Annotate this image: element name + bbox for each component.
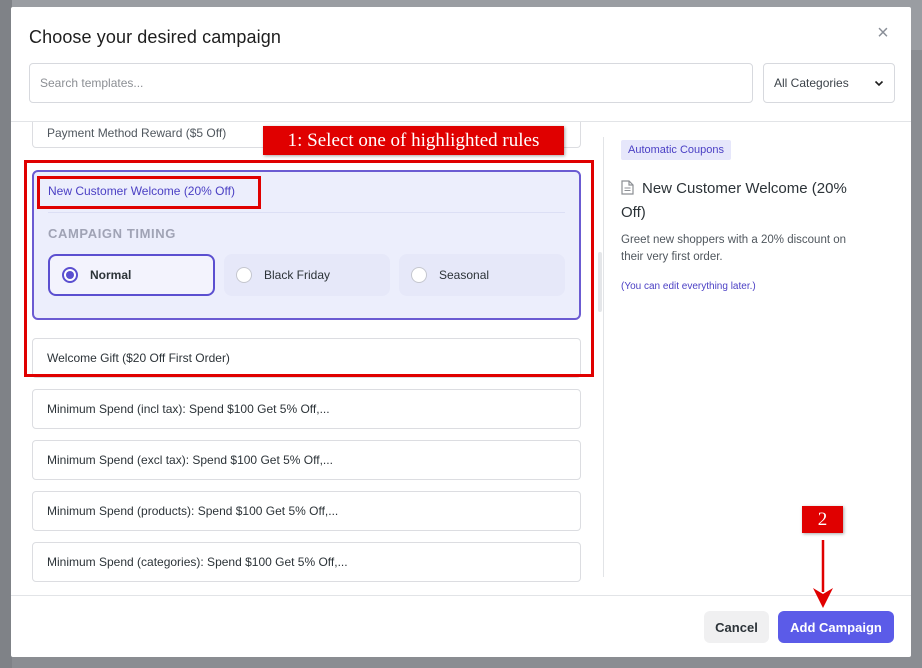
add-campaign-button[interactable]: Add Campaign [778,611,894,643]
category-badge: Automatic Coupons [621,140,731,160]
close-icon[interactable]: × [875,23,891,43]
active-divider [48,212,565,213]
footer-divider [11,595,911,596]
timing-option-label: Normal [90,268,132,282]
detail-title: New Customer Welcome (20% Off) [621,177,871,225]
radio-unchecked-icon [236,267,252,283]
chevron-down-icon [874,80,884,87]
category-select-value: All Categories [774,76,849,90]
timing-option-label: Seasonal [439,268,490,282]
timing-option-seasonal[interactable]: Seasonal [399,254,565,296]
radio-unchecked-icon [411,267,427,283]
document-icon [621,180,634,195]
campaign-timing-heading: CAMPAIGN TIMING [48,226,176,241]
cancel-button[interactable]: Cancel [704,611,769,643]
column-divider [603,137,604,577]
detail-title-text: New Customer Welcome (20% Off) [621,180,847,221]
template-item[interactable]: Minimum Spend (products): Spend $100 Get… [32,491,581,531]
list-scrollbar[interactable] [598,252,602,312]
active-template-label: New Customer Welcome (20% Off) [48,184,235,198]
category-select[interactable]: All Categories [763,63,895,103]
timing-option-black-friday[interactable]: Black Friday [224,254,390,296]
radio-checked-icon [62,267,78,283]
annotation-step1-label: 1: Select one of highlighted rules [263,126,564,155]
template-item[interactable]: Minimum Spend (excl tax): Spend $100 Get… [32,440,581,480]
campaign-modal: Choose your desired campaign × All Categ… [11,7,911,657]
timing-option-label: Black Friday [264,268,331,282]
modal-title: Choose your desired campaign [29,27,281,47]
detail-description: Greet new shoppers with a 20% discount o… [621,234,847,263]
search-input[interactable] [29,63,753,103]
template-item[interactable]: Minimum Spend (incl tax): Spend $100 Get… [32,389,581,429]
template-item[interactable]: Welcome Gift ($20 Off First Order) [32,338,581,378]
annotation-step2-label: 2 [802,506,843,533]
template-item-active[interactable]: New Customer Welcome (20% Off) CAMPAIGN … [32,170,581,320]
template-item[interactable]: Minimum Spend (categories): Spend $100 G… [32,542,581,582]
template-list: Payment Method Reward ($5 Off) New Custo… [11,122,603,595]
timing-option-normal[interactable]: Normal [48,254,215,296]
detail-note: (You can edit everything later.) [621,281,756,292]
